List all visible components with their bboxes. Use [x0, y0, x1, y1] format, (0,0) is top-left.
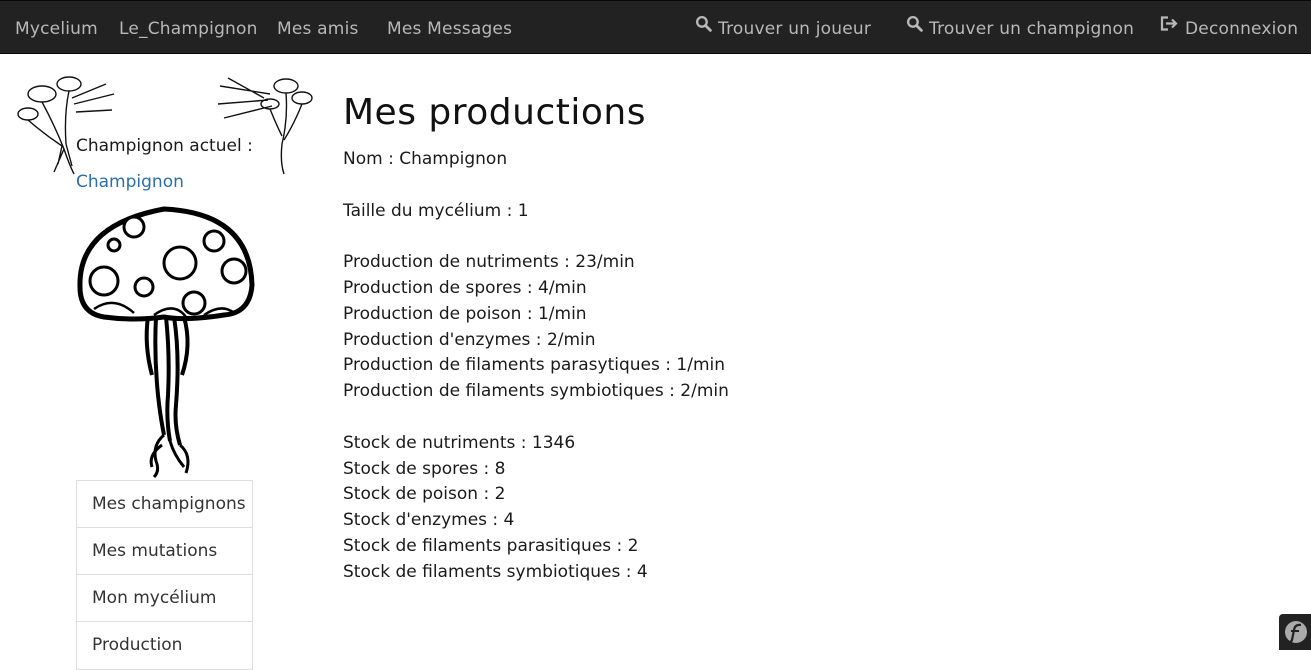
mushroom-illustration — [74, 205, 256, 480]
stock-line: Stock de nutriments : 1346 — [343, 432, 576, 453]
symfony-debug-toolbar-toggle[interactable] — [1279, 614, 1311, 650]
stock-line: Stock de filaments symbiotiques : 4 — [343, 561, 648, 582]
nav-logout-label: Deconnexion — [1185, 19, 1299, 39]
nav-find-player-label: Trouver un joueur — [718, 19, 872, 39]
production-line: Production de poison : 1/min — [343, 303, 587, 324]
nav-mes-messages[interactable]: Mes Messages — [387, 1, 512, 55]
production-line: Production de nutriments : 23/min — [343, 252, 635, 273]
mushroom-name: Nom : Champignon — [343, 149, 508, 169]
nav-logout[interactable]: Deconnexion — [1159, 1, 1298, 55]
page-title: Mes productions — [343, 92, 646, 133]
sidebar-item-mes-champignons[interactable]: Mes champignons — [77, 481, 252, 528]
nav-le-champignon[interactable]: Le_Champignon — [119, 1, 258, 55]
stock-line: Stock d'enzymes : 4 — [343, 510, 515, 531]
logout-icon — [1159, 0, 1179, 55]
sidebar-item-mon-mycelium[interactable]: Mon mycélium — [77, 575, 252, 622]
nav-mes-amis[interactable]: Mes amis — [277, 1, 359, 55]
main-content: Mes productions Nom : Champignon Taille … — [343, 92, 1243, 586]
mycelium-size: Taille du mycélium : 1 — [343, 200, 529, 221]
nav-find-player[interactable]: Trouver un joueur — [695, 1, 871, 55]
stock-line: Stock de spores : 8 — [343, 458, 506, 479]
search-icon — [695, 0, 712, 55]
current-mushroom-link[interactable]: Champignon — [76, 172, 184, 192]
stock-line: Stock de filaments parasitiques : 2 — [343, 535, 639, 556]
nav-find-mushroom-label: Trouver un champignon — [929, 19, 1135, 39]
sidebar-menu: Mes champignons Mes mutations Mon mycéli… — [76, 480, 253, 670]
sidebar-item-mes-mutations[interactable]: Mes mutations — [77, 528, 252, 575]
production-line: Production de filaments symbiotiques : 2… — [343, 381, 729, 402]
current-mushroom-label: Champignon actuel : — [76, 136, 253, 156]
nav-brand-mycelium[interactable]: Mycelium — [15, 1, 98, 55]
sidebar-item-production[interactable]: Production — [77, 622, 252, 669]
production-line: Production de spores : 4/min — [343, 277, 587, 298]
mushroom-sketch-header — [14, 74, 314, 184]
top-navbar: Mycelium Le_Champignon Mes amis Mes Mess… — [0, 0, 1311, 54]
symfony-icon — [1279, 621, 1311, 654]
search-icon — [906, 0, 923, 55]
production-line: Production d'enzymes : 2/min — [343, 329, 596, 350]
nav-find-mushroom[interactable]: Trouver un champignon — [906, 1, 1134, 55]
production-line: Production de filaments parasytiques : 1… — [343, 355, 726, 376]
stock-line: Stock de poison : 2 — [343, 484, 506, 505]
